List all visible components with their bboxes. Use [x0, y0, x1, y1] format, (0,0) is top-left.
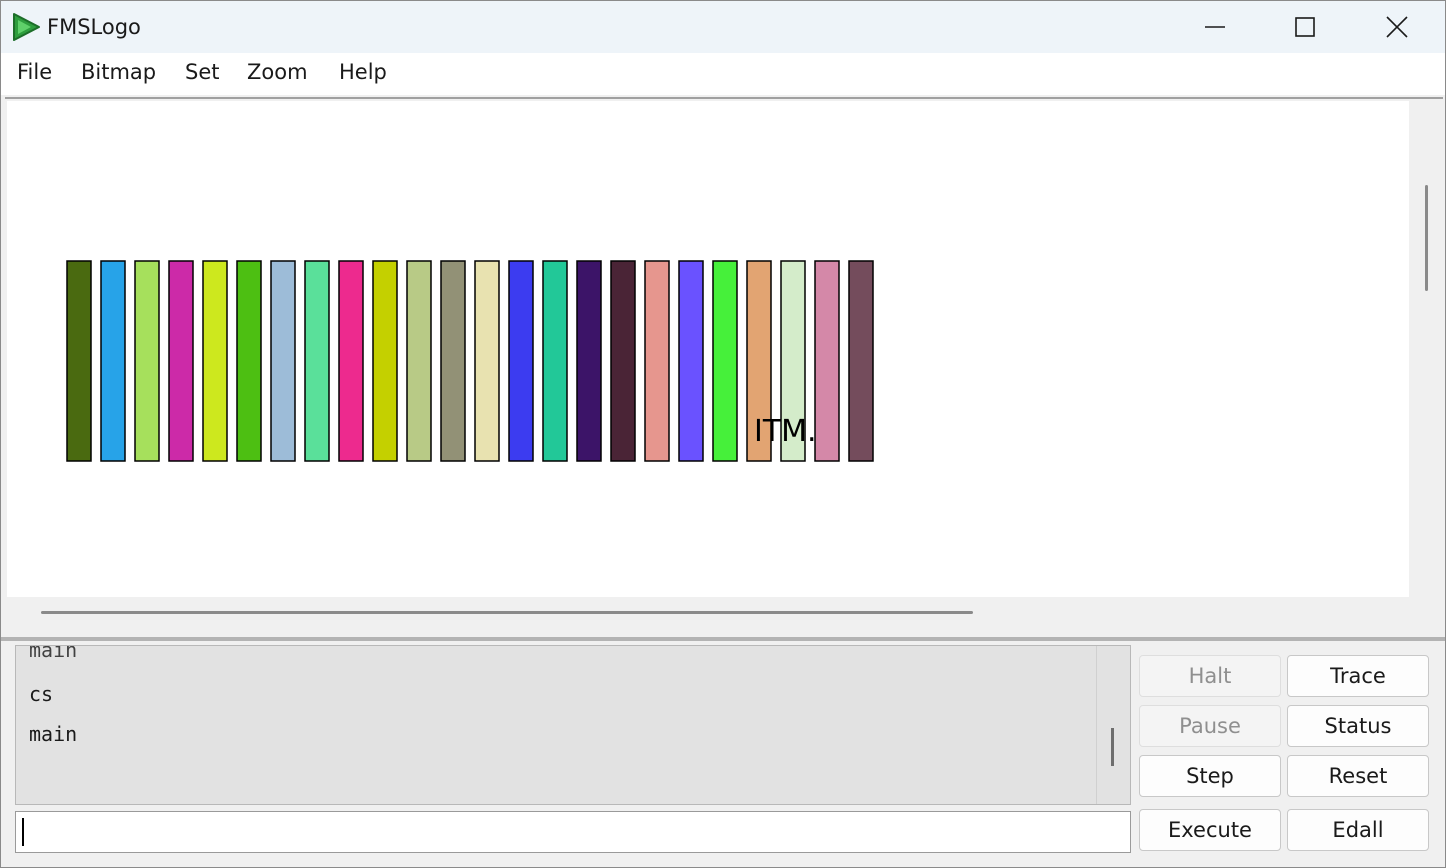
canvas-label: ITM.: [754, 414, 817, 449]
maximize-icon: [1295, 17, 1315, 37]
color-bar: [712, 260, 738, 462]
output-line: main: [29, 722, 78, 746]
color-bar: [372, 260, 398, 462]
title-bar: FMSLogo: [1, 1, 1445, 53]
step-button[interactable]: Step: [1139, 755, 1281, 797]
halt-button[interactable]: Halt: [1139, 655, 1281, 697]
trace-button[interactable]: Trace: [1287, 655, 1429, 697]
reset-button[interactable]: Reset: [1287, 755, 1429, 797]
text-caret: [22, 818, 24, 846]
menu-file[interactable]: File: [17, 60, 52, 84]
maximize-button[interactable]: [1259, 1, 1351, 53]
color-bar: [508, 260, 534, 462]
drawing-canvas[interactable]: ITM.: [7, 101, 1409, 597]
color-bar: [474, 260, 500, 462]
color-bar: [202, 260, 228, 462]
output-line: cs: [29, 682, 54, 706]
color-bar: [576, 260, 602, 462]
output-line: main: [29, 645, 78, 662]
color-bar: [610, 260, 636, 462]
color-bar: [66, 260, 92, 462]
close-button[interactable]: [1351, 1, 1443, 53]
graphics-pane: ITM.: [5, 97, 1443, 633]
pause-button[interactable]: Pause: [1139, 705, 1281, 747]
bar-drawing: ITM.: [66, 260, 874, 462]
color-bar: [644, 260, 670, 462]
output-vertical-scrollbar[interactable]: [1111, 728, 1114, 766]
color-bar: [100, 260, 126, 462]
commander-output: main cs main: [15, 645, 1131, 805]
color-bar: [304, 260, 330, 462]
minimize-button[interactable]: [1169, 1, 1261, 53]
menu-set[interactable]: Set: [185, 60, 219, 84]
color-bar: [406, 260, 432, 462]
color-bar: [542, 260, 568, 462]
menu-bar: File Bitmap Set Zoom Help: [1, 53, 1445, 95]
minimize-icon: [1205, 26, 1225, 28]
command-input[interactable]: [15, 811, 1131, 853]
color-bar: [236, 260, 262, 462]
color-bar: [814, 260, 840, 462]
menu-zoom[interactable]: Zoom: [247, 60, 308, 84]
pane-splitter[interactable]: [1, 637, 1445, 641]
color-bar: [134, 260, 160, 462]
execute-button[interactable]: Execute: [1139, 809, 1281, 851]
color-bar: [440, 260, 466, 462]
output-scrollbar-track: [1096, 646, 1097, 804]
fmslogo-window: FMSLogo File Bitmap Set Zoom Help ITM. m…: [0, 0, 1446, 868]
close-icon: [1386, 16, 1408, 38]
window-title: FMSLogo: [47, 15, 141, 39]
color-bar: [338, 260, 364, 462]
menu-help[interactable]: Help: [339, 60, 387, 84]
fmslogo-app-icon: [13, 13, 40, 41]
color-bar: [848, 260, 874, 462]
edall-button[interactable]: Edall: [1287, 809, 1429, 851]
canvas-vertical-scrollbar[interactable]: [1425, 185, 1428, 291]
color-bar: [168, 260, 194, 462]
menu-bitmap[interactable]: Bitmap: [81, 60, 156, 84]
color-bar: [270, 260, 296, 462]
canvas-horizontal-scrollbar[interactable]: [41, 611, 973, 614]
status-button[interactable]: Status: [1287, 705, 1429, 747]
color-bar: [678, 260, 704, 462]
